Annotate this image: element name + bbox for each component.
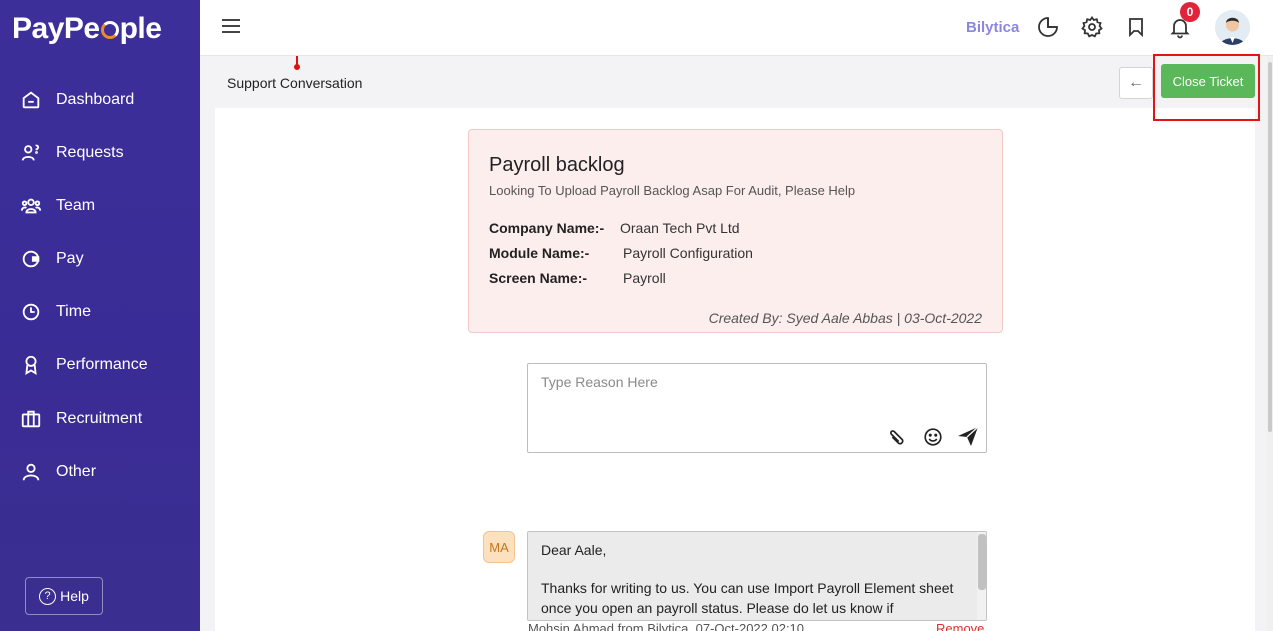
sidebar-item-label: Other — [56, 463, 97, 480]
ticket-card: Payroll backlog Looking To Upload Payrol… — [468, 129, 1003, 333]
company-name-link[interactable]: Bilytica — [966, 19, 1019, 36]
sidebar-item-time[interactable]: Time — [0, 292, 200, 332]
sidebar-item-team[interactable]: Team — [0, 186, 200, 226]
team-icon — [20, 198, 42, 214]
message-text: Thanks for writing to us. You can use Im… — [541, 580, 954, 616]
award-icon — [25, 355, 37, 375]
wallet-icon — [22, 250, 40, 268]
paypeople-logo[interactable]: PayPe ple — [12, 12, 162, 46]
message-body: Dear Aale, Thanks for writing to us. You… — [527, 531, 987, 621]
module-name-label: Module Name:- — [489, 245, 590, 261]
sidebar-item-performance[interactable]: Performance — [0, 345, 200, 385]
sidebar-item-label: Dashboard — [56, 91, 135, 108]
company-name-value: Oraan Tech Pvt Ltd — [620, 220, 740, 236]
message-meta: Mohsin Ahmad from Bilytica, 07-Oct-2022 … — [528, 621, 805, 631]
help-icon: ? — [39, 587, 57, 605]
topbar: Bilytica 0 — [200, 0, 1273, 56]
sidebar-item-recruitment[interactable]: Recruitment — [0, 399, 200, 439]
menu-toggle-icon[interactable] — [222, 19, 240, 33]
help-button[interactable]: ? Help — [25, 577, 103, 615]
screen-name-value: Payroll — [623, 270, 666, 286]
sidebar-item-label: Time — [56, 303, 91, 320]
message-scrollbar[interactable] — [977, 532, 986, 620]
user-question-icon — [21, 144, 40, 161]
bookmark-icon[interactable] — [1124, 15, 1148, 39]
arrow-left-icon: ← — [1128, 74, 1144, 91]
ticket-title: Payroll backlog — [489, 154, 625, 176]
message-greeting: Dear Aale, — [541, 542, 607, 558]
notification-badge: 0 — [1180, 2, 1200, 22]
gear-icon[interactable] — [1080, 15, 1104, 39]
sidebar-item-other[interactable]: Other — [0, 452, 200, 492]
sidebar-item-pay[interactable]: Pay — [0, 239, 200, 279]
paperclip-icon[interactable] — [885, 426, 907, 448]
reply-placeholder: Type Reason Here — [541, 374, 658, 390]
message-avatar: MA — [483, 531, 515, 563]
indicator-dot — [294, 64, 300, 70]
page-title: Support Conversation — [227, 75, 363, 91]
back-button[interactable]: ← — [1119, 67, 1153, 99]
clock-icon — [22, 303, 40, 321]
sidebar-item-label: Team — [56, 197, 96, 214]
pie-chart-icon[interactable] — [1036, 15, 1060, 39]
highlight-box — [1153, 54, 1260, 121]
user-icon — [22, 463, 40, 481]
company-name-label: Company Name:- — [489, 220, 605, 236]
sidebar-item-label: Performance — [56, 356, 148, 373]
sidebar-item-label: Recruitment — [56, 410, 143, 427]
briefcase-icon — [21, 410, 41, 428]
home-icon — [22, 91, 40, 109]
reply-textarea[interactable]: Type Reason Here — [527, 363, 987, 453]
screen-name-label: Screen Name:- — [489, 270, 588, 286]
sidebar: PayPe ple Dashboard Requests Team Pay Tim… — [0, 0, 200, 631]
sidebar-item-requests[interactable]: Requests — [0, 133, 200, 173]
created-by-text: Created By: Syed Aale Abbas | 03-Oct-202… — [708, 310, 982, 326]
module-name-value: Payroll Configuration — [623, 245, 753, 261]
sidebar-item-label: Pay — [56, 250, 84, 267]
sidebar-item-label: Requests — [56, 144, 124, 161]
remove-message-link[interactable]: Remove — [936, 621, 984, 631]
emoji-icon[interactable] — [922, 426, 944, 448]
avatar[interactable] — [1215, 10, 1250, 45]
page-scrollbar-thumb[interactable] — [1268, 62, 1272, 432]
sidebar-item-dashboard[interactable]: Dashboard — [0, 80, 200, 120]
send-icon[interactable] — [956, 424, 980, 448]
ticket-description: Looking To Upload Payroll Backlog Asap F… — [489, 183, 856, 198]
